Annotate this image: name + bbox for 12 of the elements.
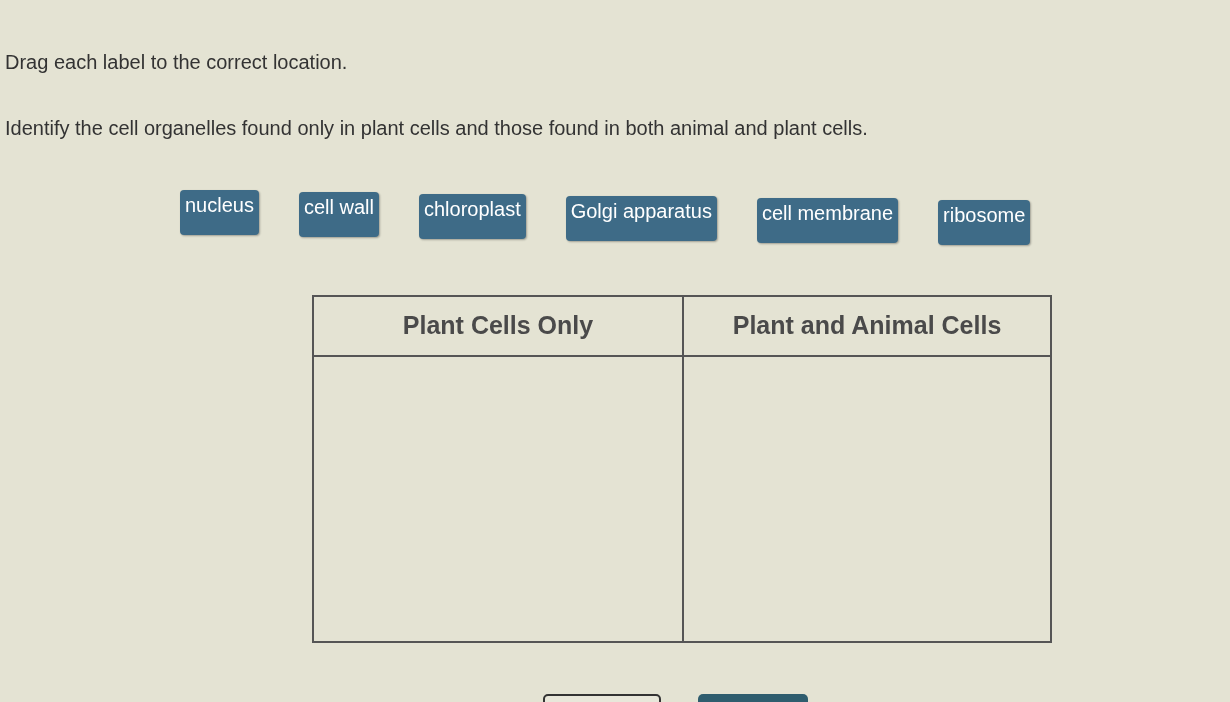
drag-label[interactable]: chloroplast [418,194,526,239]
drag-label[interactable]: ribosome [938,200,1031,245]
column-header: Plant and Animal Cells [682,295,1052,357]
drop-zone[interactable] [682,357,1052,643]
drag-label[interactable]: cell membrane [756,198,899,243]
drop-zone[interactable] [312,357,682,643]
instruction-text: Identify the cell organelles found only in plant cells and those found in both animal and plant cells. [5,116,868,140]
drag-label[interactable]: cell wall [298,192,379,237]
drag-label[interactable]: Golgi apparatus [565,196,717,241]
column-header: Plant Cells Only [312,295,682,357]
drag-label[interactable]: nucleus [180,190,259,235]
instruction-text: Drag each label to the correct location. [5,50,348,74]
